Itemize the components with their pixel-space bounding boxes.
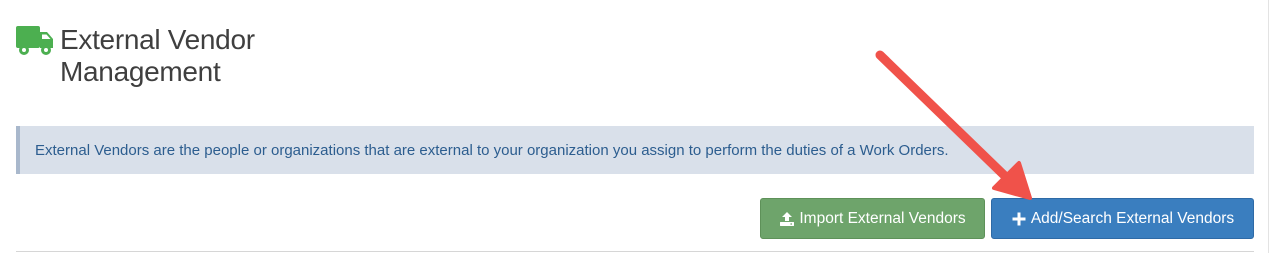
truck-icon: [16, 26, 53, 55]
info-banner: External Vendors are the people or organ…: [16, 126, 1254, 174]
add-button-label: Add/Search External Vendors: [1030, 209, 1235, 227]
section-divider: [16, 251, 1254, 252]
import-external-vendors-button[interactable]: Import External Vendors: [760, 198, 985, 239]
page-header: External Vendor Management: [16, 24, 310, 88]
upload-icon: [780, 211, 795, 226]
page-title: External Vendor Management: [60, 24, 255, 87]
info-text: External Vendors are the people or organ…: [35, 141, 949, 159]
vendor-management-page: External Vendor Management External Vend…: [0, 0, 1272, 253]
add-search-external-vendors-button[interactable]: Add/Search External Vendors: [991, 198, 1254, 239]
plus-icon: [1012, 212, 1026, 225]
import-button-label: Import External Vendors: [799, 209, 966, 227]
right-border: [1268, 0, 1269, 253]
